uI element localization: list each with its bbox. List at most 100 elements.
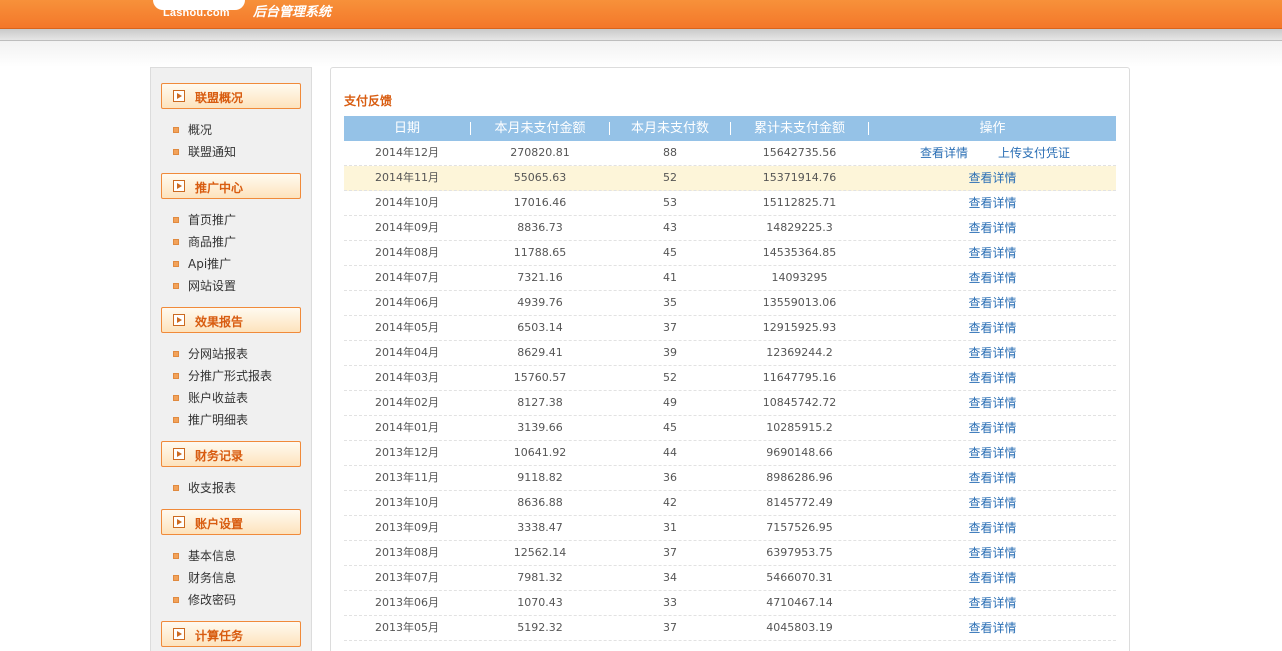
view-details-link[interactable]: 查看详情 xyxy=(869,391,1116,415)
cell-cumulative-unpaid: 11647795.16 xyxy=(762,371,837,384)
table-row: 2014年09月 8836.73 43 14829225.3 查看详情 xyxy=(344,216,1116,241)
table-row: 2013年08月 12562.14 37 6397953.75 查看详情 xyxy=(344,541,1116,566)
play-arrow-icon xyxy=(173,90,185,102)
lashou-logo[interactable]: Lashou.com xyxy=(153,0,245,24)
view-details-link[interactable]: 查看详情 xyxy=(869,491,1116,515)
cell-month-unpaid-count: 42 xyxy=(663,496,677,509)
cell-month-unpaid-amount: 3139.66 xyxy=(517,421,563,434)
view-details-link[interactable]: 查看详情 xyxy=(869,616,1116,640)
col-month-unpaid-count: 本月未支付数 xyxy=(630,121,709,136)
cell-date: 2014年01月 xyxy=(375,421,439,434)
table-header: 日期 本月未支付金额 本月未支付数 累计未支付金额 操作 xyxy=(344,116,1116,141)
sidebar-item-label: 账户收益表 xyxy=(188,391,249,405)
cell-date: 2013年05月 xyxy=(375,621,439,634)
header-divider xyxy=(0,29,1282,41)
cell-date: 2014年08月 xyxy=(375,246,439,259)
view-details-link[interactable]: 查看详情 xyxy=(869,341,1116,365)
header-shadow xyxy=(0,41,1282,67)
sidebar-item-label: 首页推广 xyxy=(188,213,237,227)
view-details-link[interactable]: 查看详情 xyxy=(869,241,1116,265)
cell-cumulative-unpaid: 14535364.85 xyxy=(762,246,837,259)
table-row: 2014年06月 4939.76 35 13559013.06 查看详情 xyxy=(344,291,1116,316)
cell-cumulative-unpaid: 14829225.3 xyxy=(766,221,833,234)
table-row: 2014年02月 8127.38 49 10845742.72 查看详情 xyxy=(344,391,1116,416)
sidebar-section-header[interactable]: 效果报告 xyxy=(161,307,301,333)
view-details-link[interactable]: 查看详情 xyxy=(869,191,1116,215)
cell-date: 2013年06月 xyxy=(375,596,439,609)
cell-month-unpaid-count: 33 xyxy=(663,596,677,609)
table-row: 2014年10月 17016.46 53 15112825.71 查看详情 xyxy=(344,191,1116,216)
cell-month-unpaid-count: 35 xyxy=(663,296,677,309)
bullet-icon xyxy=(173,217,179,223)
cell-date: 2014年06月 xyxy=(375,296,439,309)
sidebar-section-header[interactable]: 联盟概况 xyxy=(161,83,301,109)
col-cumulative-unpaid: 累计未支付金额 xyxy=(753,121,845,136)
sidebar-section-header[interactable]: 推广中心 xyxy=(161,173,301,199)
cell-month-unpaid-count: 37 xyxy=(663,621,677,634)
view-details-link[interactable]: 查看详情 xyxy=(869,291,1116,315)
cell-month-unpaid-count: 37 xyxy=(663,546,677,559)
cell-date: 2014年12月 xyxy=(375,146,439,159)
sidebar-item-label: 概况 xyxy=(188,123,213,137)
cell-month-unpaid-amount: 12562.14 xyxy=(513,546,567,559)
table-row: 2014年01月 3139.66 45 10285915.2 查看详情 xyxy=(344,416,1116,441)
table-row: 2013年05月 5192.32 37 4045803.19 查看详情 xyxy=(344,616,1116,641)
view-details-link[interactable]: 查看详情 xyxy=(869,216,1116,240)
table-body: 2014年12月 270820.81 88 15642735.56 查看详情 上传支付凭证… xyxy=(344,141,1116,641)
sidebar-item-label: 联盟通知 xyxy=(188,145,237,159)
table-row: 2014年08月 11788.65 45 14535364.85 查看详情 xyxy=(344,241,1116,266)
cell-month-unpaid-count: 39 xyxy=(663,346,677,359)
cell-date: 2014年04月 xyxy=(375,346,439,359)
cell-month-unpaid-amount: 4939.76 xyxy=(517,296,563,309)
view-details-link[interactable]: 查看详情 xyxy=(869,266,1116,290)
cell-month-unpaid-count: 53 xyxy=(663,196,677,209)
cell-month-unpaid-count: 37 xyxy=(663,321,677,334)
cell-month-unpaid-count: 45 xyxy=(663,421,677,434)
play-arrow-icon xyxy=(173,314,185,326)
sidebar-section-header[interactable]: 计算任务 xyxy=(161,621,301,647)
system-title: 后台管理系统 xyxy=(253,5,332,20)
view-details-link[interactable]: 查看详情 xyxy=(904,141,984,165)
view-details-link[interactable]: 查看详情 xyxy=(869,366,1116,390)
play-arrow-icon xyxy=(173,628,185,640)
sidebar-item-label: 基本信息 xyxy=(188,549,237,563)
sidebar-item-label: 分推广形式报表 xyxy=(188,369,273,383)
cell-date: 2013年08月 xyxy=(375,546,439,559)
view-details-link[interactable]: 查看详情 xyxy=(869,441,1116,465)
cell-cumulative-unpaid: 6397953.75 xyxy=(766,546,833,559)
cell-month-unpaid-amount: 15760.57 xyxy=(513,371,567,384)
top-header: Lashou.com 后台管理系统 xyxy=(0,0,1282,29)
cell-date: 2013年11月 xyxy=(375,471,439,484)
sidebar-section-header[interactable]: 财务记录 xyxy=(161,441,301,467)
sidebar-item-label: Api推广 xyxy=(188,257,232,271)
sidebar-item-label: 网站设置 xyxy=(188,279,237,293)
table-row: 2014年04月 8629.41 39 12369244.2 查看详情 xyxy=(344,341,1116,366)
sidebar-section-title: 计算任务 xyxy=(195,629,244,643)
upload-payment-proof-link[interactable]: 上传支付凭证 xyxy=(984,141,1084,165)
cell-cumulative-unpaid: 13559013.06 xyxy=(762,296,837,309)
cell-date: 2014年02月 xyxy=(375,396,439,409)
cell-month-unpaid-amount: 10641.92 xyxy=(513,446,567,459)
bullet-icon xyxy=(173,417,179,423)
view-details-link[interactable]: 查看详情 xyxy=(869,591,1116,615)
cell-month-unpaid-amount: 7981.32 xyxy=(517,571,563,584)
view-details-link[interactable]: 查看详情 xyxy=(869,166,1116,190)
cell-cumulative-unpaid: 10285915.2 xyxy=(766,421,833,434)
table-row: 2013年11月 9118.82 36 8986286.96 查看详情 xyxy=(344,466,1116,491)
view-details-link[interactable]: 查看详情 xyxy=(869,316,1116,340)
bullet-icon xyxy=(173,373,179,379)
table-row: 2013年06月 1070.43 33 4710467.14 查看详情 xyxy=(344,591,1116,616)
sidebar-section-header[interactable]: 账户设置 xyxy=(161,509,301,535)
cell-month-unpaid-amount: 11788.65 xyxy=(513,246,567,259)
view-details-link[interactable]: 查看详情 xyxy=(869,566,1116,590)
table-row: 2014年07月 7321.16 41 14093295 查看详情 xyxy=(344,266,1116,291)
view-details-link[interactable]: 查看详情 xyxy=(869,466,1116,490)
bullet-icon xyxy=(173,351,179,357)
cell-month-unpaid-count: 41 xyxy=(663,271,677,284)
cell-month-unpaid-amount: 8836.73 xyxy=(517,221,563,234)
view-details-link[interactable]: 查看详情 xyxy=(869,516,1116,540)
view-details-link[interactable]: 查看详情 xyxy=(869,416,1116,440)
cell-date: 2014年03月 xyxy=(375,371,439,384)
cell-cumulative-unpaid: 8145772.49 xyxy=(766,496,833,509)
view-details-link[interactable]: 查看详情 xyxy=(869,541,1116,565)
